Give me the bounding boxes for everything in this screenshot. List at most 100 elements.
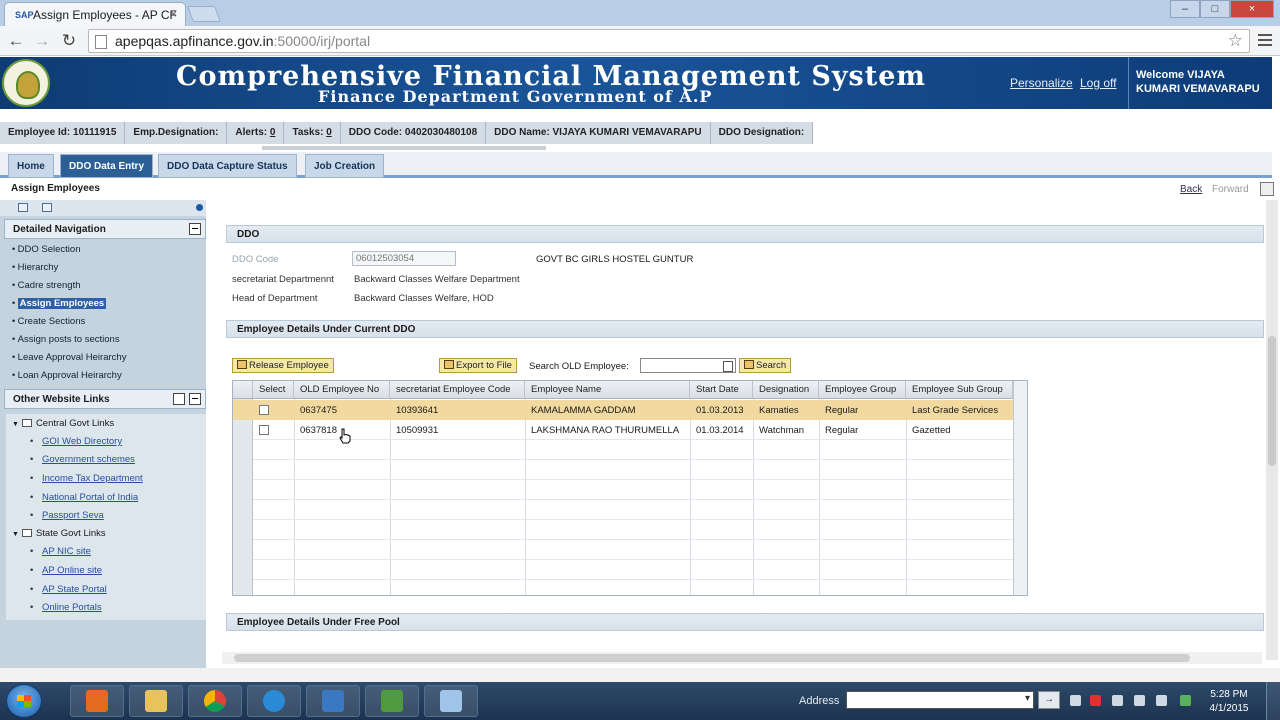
col-employee-group[interactable]: Employee Group [819,381,906,399]
col-employee-name[interactable]: Employee Name [525,381,690,399]
tab-home[interactable]: Home [8,154,54,178]
signal-icon[interactable] [1134,695,1145,706]
vertical-scrollbar[interactable] [1266,200,1278,660]
search-button[interactable]: Search [739,358,792,373]
address-toolbar-input[interactable] [846,691,1034,709]
link-goi-web-directory[interactable]: GOI Web Directory [30,436,122,447]
security-icon[interactable] [1180,695,1191,706]
col-old-employee-no[interactable]: OLD Employee No [294,381,390,399]
central-govt-folder[interactable]: ▼ Central Govt Links [12,418,114,429]
horizontal-scrollbar[interactable] [222,652,1262,664]
show-desktop-button[interactable] [1266,682,1280,720]
new-tab-button[interactable] [187,6,221,22]
logoff-link[interactable]: Log off [1080,76,1116,90]
nav-item-cadre-strength[interactable]: Cadre strength [10,280,206,298]
nav-item-leave-approval[interactable]: Leave Approval Heirarchy [10,352,206,370]
emp-designation: Emp.Designation: [125,122,228,144]
employee-table: Select OLD Employee No secretariat Emplo… [232,380,1028,596]
internet-explorer-app[interactable] [247,685,301,717]
close-window-icon[interactable]: × [1230,0,1274,18]
chrome-app[interactable] [188,685,242,717]
link-ap-state-portal[interactable]: AP State Portal [30,584,107,595]
link-government-schemes[interactable]: Government schemes [30,454,135,465]
system-clock[interactable]: 5:28 PM 4/1/2015 [1206,688,1252,716]
link-online-portals[interactable]: Online Portals [30,602,102,613]
button-label: Search [756,360,787,371]
bookmark-star-icon[interactable]: ☆ [1228,31,1243,51]
collapse-icon[interactable] [18,203,28,212]
folder-label: Central Govt Links [35,418,115,429]
nav-item-assign-employees[interactable]: Assign Employees [10,298,206,316]
notepad-app[interactable] [424,685,478,717]
minimize-icon[interactable]: – [1170,0,1200,18]
back-arrow-icon[interactable]: ← [5,30,27,52]
nav-item-label: Assign posts to sections [17,334,120,345]
row-checkbox[interactable] [259,405,269,415]
tab-ddo-data-capture-status[interactable]: DDO Data Capture Status [158,154,297,178]
row-checkbox[interactable] [259,425,269,435]
action-center-icon[interactable] [1090,695,1101,706]
pin-icon[interactable] [196,204,203,211]
camtasia-app[interactable] [365,685,419,717]
select-all-cell[interactable] [233,381,253,399]
col-select[interactable]: Select [253,381,294,399]
nav-item-label: DDO Selection [17,244,81,255]
info-scroll-strip [262,146,546,150]
link-income-tax[interactable]: Income Tax Department [30,473,143,484]
link-passport-seva[interactable]: Passport Seva [30,510,104,521]
link-ap-nic[interactable]: AP NIC site [30,546,91,557]
scroll-thumb[interactable] [1268,336,1276,466]
tray-expand-icon[interactable] [1070,695,1081,706]
browser-tab[interactable]: SAP Assign Employees - AP CF × [4,2,186,26]
nav-item-label: Hierarchy [17,262,59,273]
link-national-portal[interactable]: National Portal of India [30,492,138,503]
col-start-date[interactable]: Start Date [690,381,753,399]
search-old-employee-input[interactable] [640,358,736,373]
panel-options-icon[interactable] [173,393,185,405]
grid-line [253,519,1013,520]
volume-icon[interactable] [1156,695,1167,706]
tasks-count-link[interactable]: 0 [326,127,332,138]
nav-item-create-sections[interactable]: Create Sections [10,316,206,334]
reload-icon[interactable]: ↻ [58,30,80,52]
page-menu-icon[interactable] [1260,182,1274,196]
ddo-code-info: DDO Code: 0402030480108 [341,122,487,144]
forward-link[interactable]: Forward [1212,184,1249,195]
export-to-file-button[interactable]: Export to File [439,358,517,373]
maximize-icon[interactable]: □ [1200,0,1230,18]
nav-item-hierarchy[interactable]: Hierarchy [10,262,206,280]
nav-item-assign-posts[interactable]: Assign posts to sections [10,334,206,352]
media-player-app[interactable] [70,685,124,717]
start-button[interactable] [6,684,42,718]
alerts-count-link[interactable]: 0 [270,127,276,138]
tab-ddo-data-entry[interactable]: DDO Data Entry [60,154,154,178]
release-employee-button[interactable]: Release Employee [232,358,334,373]
tab-job-creation[interactable]: Job Creation [305,154,385,178]
tab-close-icon[interactable]: × [170,7,177,21]
browser-menu-icon[interactable] [1258,34,1272,49]
collapse-panel-icon[interactable] [189,223,201,235]
forward-arrow-icon[interactable]: → [31,30,53,52]
alerts: Alerts: 0 [227,122,285,144]
expand-icon[interactable] [42,203,52,212]
lync-app[interactable] [306,685,360,717]
nav-item-loan-approval[interactable]: Loan Approval Heirarchy [10,370,206,388]
browser-toolbar: ← → ↻ apepqas.apfinance.gov.in:50000/irj… [0,26,1280,56]
back-link[interactable]: Back [1180,184,1202,195]
network-icon[interactable] [1112,695,1123,706]
table-vertical-scrollbar[interactable] [1013,381,1027,595]
collapse-panel-icon[interactable] [189,393,201,405]
state-govt-folder[interactable]: ▼ State Govt Links [12,528,106,539]
col-secretariat-code[interactable]: secretariat Employee Code [390,381,525,399]
address-go-icon[interactable]: → [1038,691,1060,709]
col-designation[interactable]: Designation [753,381,819,399]
explorer-app[interactable] [129,685,183,717]
nav-item-ddo-selection[interactable]: DDO Selection [10,244,206,262]
ddo-code-field: 06012503054 [352,251,456,266]
col-employee-sub-group[interactable]: Employee Sub Group [906,381,1013,399]
link-ap-online[interactable]: AP Online site [30,565,102,576]
table-row[interactable]: 0637475 10393641 KAMALAMMA GADDAM 01.03.… [233,400,1013,420]
personalize-link[interactable]: Personalize [1010,76,1073,90]
scroll-thumb[interactable] [234,654,1190,662]
address-bar[interactable]: apepqas.apfinance.gov.in:50000/irj/porta… [88,29,1250,53]
